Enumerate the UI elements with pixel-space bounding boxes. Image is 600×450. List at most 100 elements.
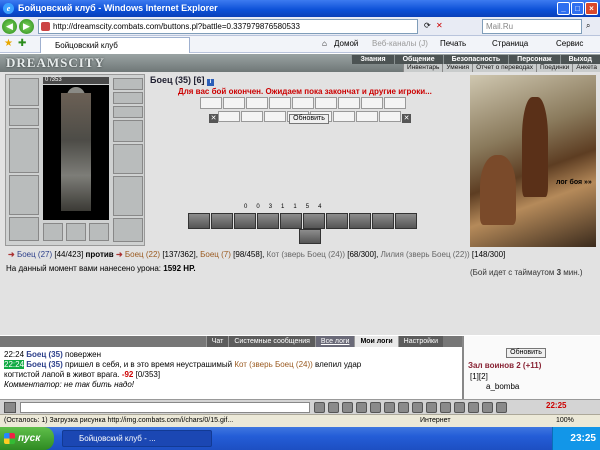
- tab-all-logs[interactable]: Все логи: [314, 336, 355, 347]
- menu-exit[interactable]: Выход: [559, 55, 600, 64]
- mail-icon[interactable]: [440, 402, 451, 413]
- exit-icon[interactable]: [496, 402, 507, 413]
- tab-chat[interactable]: Чат: [205, 336, 229, 347]
- opponent-name[interactable]: Боец: [200, 250, 219, 259]
- submenu-profile[interactable]: Анкета: [572, 64, 600, 72]
- menu-character[interactable]: Персонаж: [508, 55, 560, 64]
- clear-icon[interactable]: [328, 402, 339, 413]
- helmet-slot-icon[interactable]: [9, 78, 39, 106]
- gloves-slot-icon[interactable]: [113, 120, 143, 142]
- page-menu-button[interactable]: Страница: [492, 39, 528, 48]
- help-icon[interactable]: [482, 402, 493, 413]
- online-user[interactable]: a_bomba: [486, 382, 519, 391]
- skill-slot-icon[interactable]: [234, 213, 256, 229]
- side-refresh-button[interactable]: Обновить: [506, 348, 546, 358]
- filter-icon[interactable]: [342, 402, 353, 413]
- rune-slot-2-icon[interactable]: [66, 223, 86, 241]
- taskbar-item[interactable]: Бойцовский клуб - ...: [62, 430, 212, 447]
- stat-counter: 0: [256, 204, 260, 210]
- page-links[interactable]: [1][2]: [470, 372, 488, 381]
- close-x-icon[interactable]: ✕: [402, 114, 411, 123]
- skill-slot-icon[interactable]: [280, 213, 302, 229]
- sound-icon[interactable]: [384, 402, 395, 413]
- bracer-slot-icon[interactable]: [9, 108, 39, 126]
- clan-icon[interactable]: [412, 402, 423, 413]
- opponent-pet[interactable]: Кот (зверь Боец (24)): [267, 250, 345, 259]
- weapon-slot-icon[interactable]: [9, 128, 39, 173]
- fighter-name[interactable]: Боец: [150, 75, 173, 85]
- leggings-slot-icon[interactable]: [113, 176, 143, 216]
- feeds-button[interactable]: Веб-каналы (J): [372, 39, 428, 48]
- tab-settings[interactable]: Настройки: [397, 336, 443, 347]
- favorites-star-icon[interactable]: ★: [4, 38, 13, 49]
- tab-combats[interactable]: Бойцовский клуб: [40, 37, 190, 53]
- chat-input[interactable]: [20, 402, 310, 413]
- earring-slot-icon[interactable]: [113, 78, 143, 90]
- rune-slot-3-icon[interactable]: [89, 223, 109, 241]
- shield-slot-icon[interactable]: [113, 144, 143, 174]
- service-menu-button[interactable]: Сервис: [556, 39, 583, 48]
- search-icon[interactable]: ⌕: [586, 21, 590, 31]
- log-attacker[interactable]: Кот (зверь Боец (24)): [234, 360, 312, 369]
- refresh-button[interactable]: Обновить: [289, 114, 329, 124]
- submenu-skills[interactable]: Умения: [442, 64, 473, 72]
- skill-slot-icon[interactable]: [211, 213, 233, 229]
- skill-slot-icon[interactable]: [395, 213, 417, 229]
- skill-slot-icon[interactable]: [299, 229, 321, 244]
- stop-icon[interactable]: ✕: [436, 21, 443, 30]
- menu-communication[interactable]: Общение: [393, 55, 443, 64]
- battle-log-link[interactable]: лог боя »»: [556, 179, 592, 186]
- tab-my-logs[interactable]: Мои логи: [354, 336, 398, 347]
- info-icon[interactable]: i: [207, 79, 215, 86]
- skill-slot-icon[interactable]: [372, 213, 394, 229]
- opponent-pet[interactable]: Лилия (зверь Боец (22)): [381, 250, 470, 259]
- back-arrow-icon[interactable]: ◀: [2, 19, 17, 34]
- opponent-level: (22): [145, 250, 161, 259]
- skill-slot-icon[interactable]: [188, 213, 210, 229]
- tab-bar: ★ ✚ Бойцовский клуб ⌂ Домой Веб-каналы (…: [0, 36, 600, 53]
- team-left-name[interactable]: Боец: [17, 250, 36, 259]
- belt-slot-icon[interactable]: [9, 217, 39, 241]
- boots-slot-icon[interactable]: [113, 218, 143, 242]
- forward-arrow-icon[interactable]: ▶: [19, 19, 34, 34]
- menu-knowledge[interactable]: Знания: [351, 55, 394, 64]
- close-icon[interactable]: ×: [585, 2, 598, 15]
- chat-mode-icon[interactable]: [4, 402, 16, 413]
- minimize-icon[interactable]: _: [557, 2, 570, 15]
- skill-slot-icon[interactable]: [326, 213, 348, 229]
- search-input[interactable]: Mail.Ru: [482, 19, 582, 34]
- home-icon[interactable]: ⌂: [322, 39, 327, 48]
- send-icon[interactable]: [314, 402, 325, 413]
- skill-slot-icon[interactable]: [257, 213, 279, 229]
- smile-icon[interactable]: [356, 402, 367, 413]
- url-text: http://dreamscity.combats.com/buttons.pl…: [53, 22, 300, 31]
- submenu-inventory[interactable]: Инвентарь: [403, 64, 443, 72]
- inventory-icon[interactable]: [454, 402, 465, 413]
- skill-slot-icon[interactable]: [303, 213, 325, 229]
- url-input[interactable]: http://dreamscity.combats.com/buttons.pl…: [38, 19, 418, 34]
- skill-slot-icon[interactable]: [349, 213, 371, 229]
- print-button[interactable]: Печать: [440, 39, 466, 48]
- log-name[interactable]: Боец: [26, 350, 46, 359]
- log-name[interactable]: Боец: [26, 360, 46, 369]
- rune-slot-1-icon[interactable]: [43, 223, 63, 241]
- home-button[interactable]: Домой: [334, 39, 358, 48]
- submenu-duels[interactable]: Поединки: [535, 64, 573, 72]
- start-button[interactable]: пуск: [0, 427, 54, 450]
- close-x-icon[interactable]: ✕: [209, 114, 218, 123]
- add-favorite-icon[interactable]: ✚: [18, 38, 26, 49]
- submenu-transfers[interactable]: Отчет о переводах: [472, 64, 536, 72]
- amulet-slot-icon[interactable]: [113, 92, 143, 104]
- friends-icon[interactable]: [426, 402, 437, 413]
- refresh-icon[interactable]: ⟳: [424, 21, 431, 30]
- opponent-name[interactable]: Боец: [125, 250, 144, 259]
- scroll-icon[interactable]: [398, 402, 409, 413]
- zoom-level[interactable]: 100%: [556, 415, 574, 427]
- ring-slot-icon[interactable]: [113, 106, 143, 118]
- tab-system-messages[interactable]: Системные сообщения: [228, 336, 315, 347]
- armor-slot-icon[interactable]: [9, 175, 39, 215]
- maximize-icon[interactable]: □: [571, 2, 584, 15]
- map-icon[interactable]: [468, 402, 479, 413]
- translit-icon[interactable]: [370, 402, 381, 413]
- menu-security[interactable]: Безопасность: [442, 55, 509, 64]
